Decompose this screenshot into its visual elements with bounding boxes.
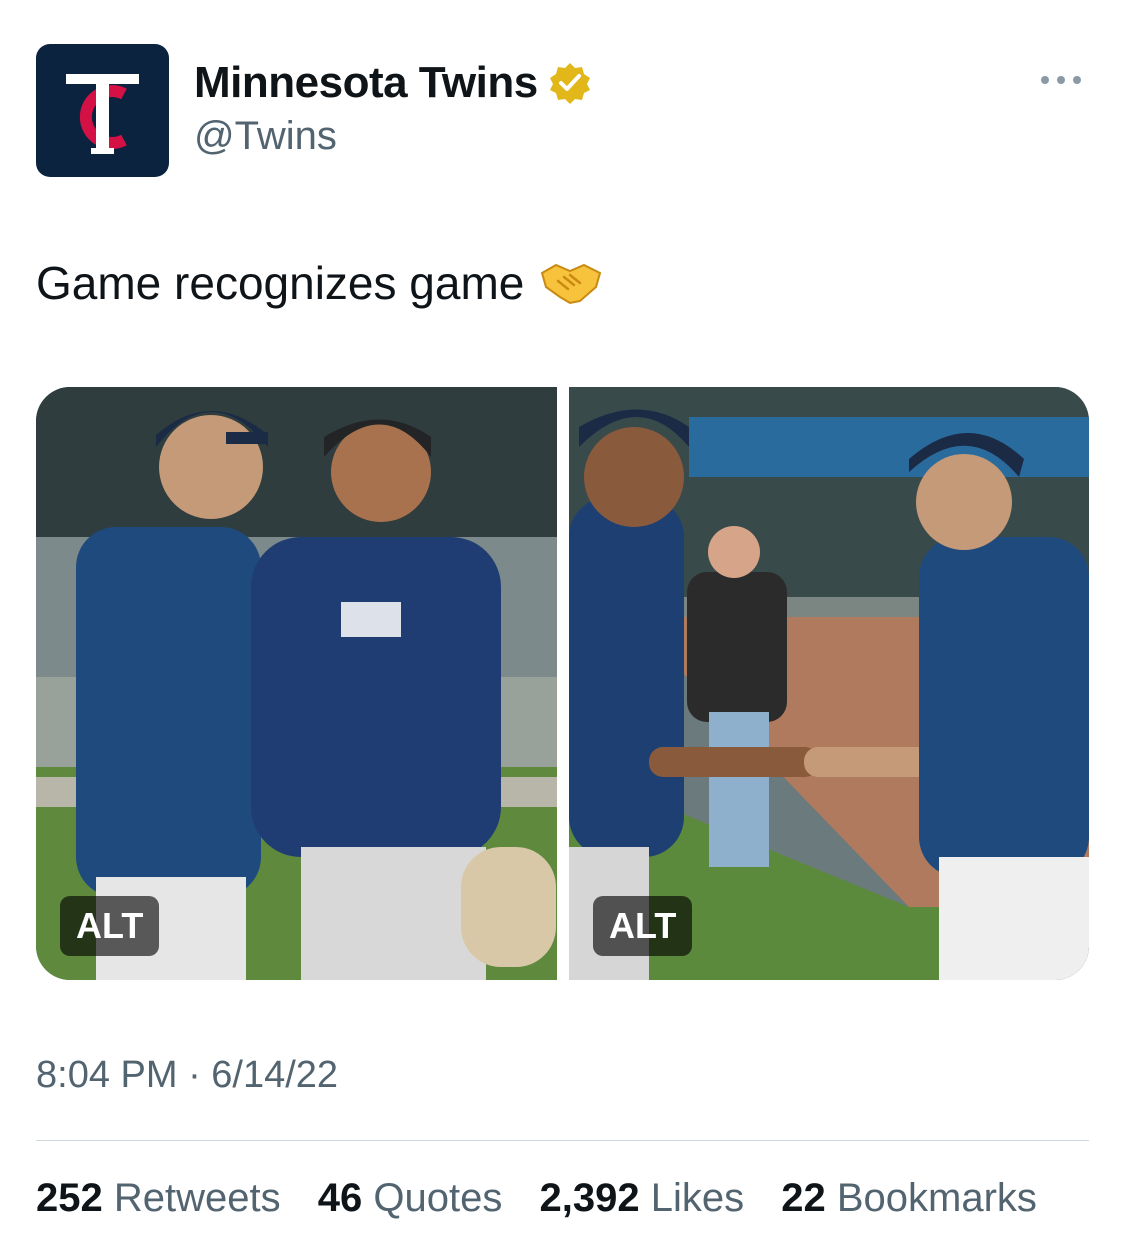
likes-count: 2,392 <box>539 1176 640 1220</box>
divider <box>36 1140 1089 1141</box>
retweets-count: 252 <box>36 1176 103 1220</box>
likes-label: Likes <box>650 1176 745 1220</box>
likes-stat[interactable]: 2,392 Likes <box>539 1176 744 1221</box>
quotes-label: Quotes <box>373 1176 503 1220</box>
photo-two-players-posing <box>36 387 557 980</box>
photo-players-handshake <box>569 387 1089 980</box>
alt-badge[interactable]: ALT <box>60 896 160 956</box>
bookmarks-count: 22 <box>781 1176 826 1220</box>
author-name-row: Minnesota Twins <box>194 58 592 108</box>
tweet-header: Minnesota Twins @Twins <box>36 44 1089 177</box>
bookmarks-label: Bookmarks <box>836 1176 1037 1220</box>
handshake-emoji-icon <box>541 263 602 305</box>
twins-tc-logo-icon <box>66 74 139 154</box>
more-options-icon[interactable] <box>1039 70 1083 90</box>
verified-badge-icon <box>549 63 590 104</box>
retweets-stat[interactable]: 252 Retweets <box>36 1176 281 1221</box>
retweets-label: Retweets <box>113 1176 281 1220</box>
tweet-text: Game recognizes game <box>36 256 602 310</box>
media-photo-1[interactable]: ALT <box>36 387 557 980</box>
tweet-timestamp[interactable]: 8:04 PM · 6/14/22 <box>36 1054 338 1097</box>
media-photo-2[interactable]: ALT <box>569 387 1089 980</box>
quotes-count: 46 <box>317 1176 363 1220</box>
tweet-stats: 252 Retweets 46 Quotes 2,392 Likes 22 Bo… <box>36 1176 1063 1221</box>
bookmarks-stat[interactable]: 22 Bookmarks <box>781 1176 1037 1221</box>
author-display-name[interactable]: Minnesota Twins <box>194 58 538 108</box>
alt-badge[interactable]: ALT <box>593 896 693 956</box>
author-handle[interactable]: @Twins <box>194 114 337 159</box>
tweet-text-content: Game recognizes game <box>36 257 525 309</box>
tweet-media: ALT ALT <box>36 387 1089 980</box>
quotes-stat[interactable]: 46 Quotes <box>318 1176 503 1221</box>
author-avatar[interactable] <box>36 44 169 177</box>
